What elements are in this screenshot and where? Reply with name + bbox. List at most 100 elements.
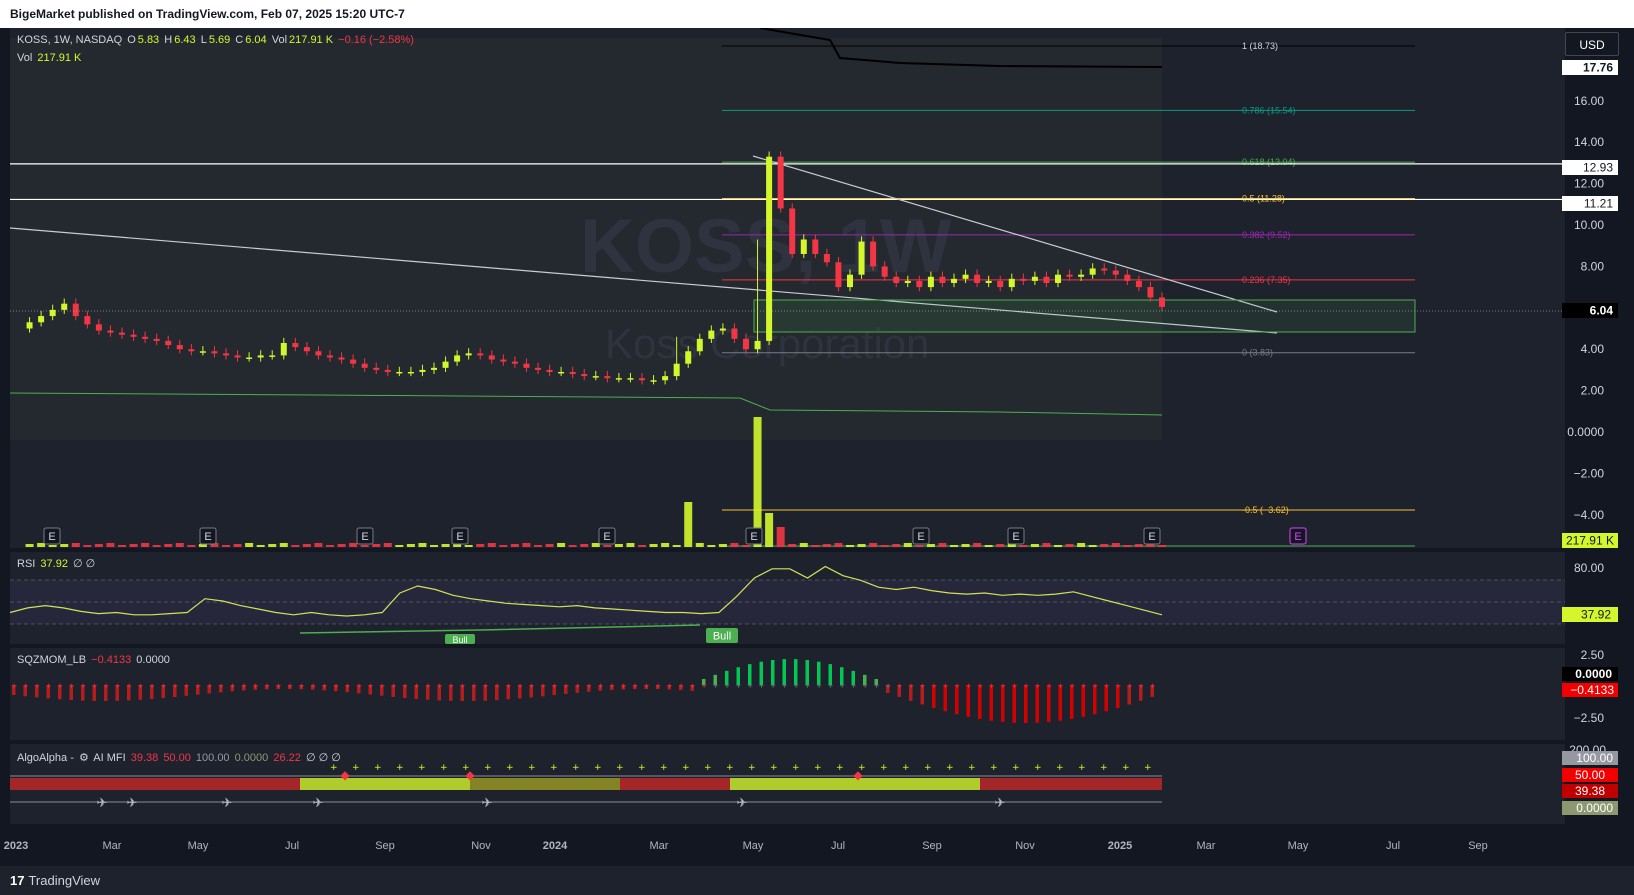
- sqz-bar: [1047, 685, 1051, 722]
- sqz-dot: +: [184, 682, 190, 690]
- candle-body: [1147, 287, 1154, 298]
- sqz-dot: +: [1092, 682, 1098, 690]
- chart-canvas[interactable]: KOSS, 1W Koss Corporation 1 (18.73)0.786…: [0, 28, 1634, 866]
- support-zone[interactable]: [753, 299, 1416, 333]
- sqz-dot: +: [437, 682, 443, 690]
- price-axis-label: 0.0000: [1567, 425, 1604, 439]
- time-axis-label: Jul: [285, 840, 299, 852]
- sqz-dot: +: [885, 682, 891, 690]
- volume-bar: [950, 545, 958, 547]
- sqz-dot: +: [678, 682, 684, 690]
- time-axis-label: Jul: [831, 840, 845, 852]
- volume-bar: [48, 545, 57, 547]
- candle-body: [119, 332, 125, 335]
- earnings-marker-label: E: [750, 531, 757, 543]
- sqz-dot: +: [736, 682, 742, 690]
- volume-bar: [430, 545, 438, 547]
- time-axis[interactable]: 2023 Mar May Jul Sep Nov 2024 Mar May Jul Sep Nov 20…: [4, 840, 1488, 852]
- candle-body: [685, 351, 692, 364]
- price-tag-level2: 11.21: [1562, 196, 1618, 211]
- fib-label: 0.618 (13.04): [1242, 157, 1296, 167]
- price-tag-volume: 217.91 K: [1562, 533, 1618, 548]
- volume-bar: [141, 543, 150, 547]
- svg-text:0.0000: 0.0000: [1575, 667, 1612, 681]
- sqz-dot: +: [391, 682, 397, 690]
- mfi-star: +: [1012, 763, 1020, 773]
- rocket-icon: ✈: [97, 796, 108, 811]
- candle-body: [396, 371, 403, 374]
- volume-bar: [279, 543, 288, 547]
- volume-legend: Vol 217.91 K: [17, 52, 82, 64]
- candle-body: [315, 351, 322, 356]
- fib-label: 0.5 (11.28): [1242, 194, 1285, 204]
- mfi-star: +: [924, 763, 932, 773]
- rocket-icon: ✈: [482, 796, 493, 811]
- price-axis-label: −4.00: [1574, 508, 1605, 522]
- sqz-dot: +: [34, 682, 40, 690]
- candle-body: [211, 351, 218, 354]
- price-axis-label: 8.00: [1581, 259, 1605, 273]
- sqz-dot: +: [874, 682, 880, 690]
- volume-bar: [1088, 545, 1097, 547]
- candle-body: [1135, 280, 1142, 288]
- sqz-dot: +: [241, 682, 247, 690]
- footer-bar: 17 TradingView: [0, 866, 1634, 895]
- volume-bar: [545, 544, 554, 547]
- rocket-icon: ✈: [995, 796, 1006, 811]
- sqz-dot: +: [1104, 682, 1110, 690]
- sqz-dot: +: [897, 682, 903, 690]
- volume-bar: [464, 545, 473, 547]
- candle-body: [558, 371, 565, 374]
- sqz-dot: +: [23, 682, 29, 690]
- symbol-label[interactable]: KOSS, 1W, NASDAQ: [17, 34, 122, 46]
- candle-body: [488, 355, 495, 360]
- candle-body: [26, 322, 33, 329]
- volume-bar: [152, 545, 161, 547]
- volume-bar: [1030, 544, 1039, 547]
- svg-text:50.00: 50.00: [1575, 768, 1605, 782]
- sqz-dot: +: [966, 682, 972, 690]
- candle-body: [246, 357, 253, 359]
- volume-bar: [25, 544, 34, 547]
- sqz-dot: +: [816, 682, 822, 690]
- mfi-star: +: [792, 763, 800, 773]
- sqz-dot: +: [793, 682, 799, 690]
- earnings-marker-label: E: [917, 531, 924, 543]
- candle-body: [1124, 274, 1131, 281]
- mfi-star: +: [330, 763, 338, 773]
- price-axis-label: 16.00: [1574, 94, 1604, 108]
- sqz-dot: +: [471, 682, 477, 690]
- sqz-dot: +: [299, 682, 305, 690]
- mfi-star: +: [880, 763, 888, 773]
- candle-body: [535, 367, 541, 370]
- svg-text:39.38: 39.38: [1575, 784, 1605, 798]
- svg-text:−0.4133: −0.4133: [1570, 683, 1614, 697]
- volume-bar: [614, 544, 623, 547]
- mfi-segment: [620, 778, 730, 790]
- candle-body: [72, 303, 79, 317]
- candle-body: [1008, 278, 1015, 288]
- candle-body: [130, 334, 137, 337]
- volume-bar: [661, 543, 670, 547]
- sqz-dot: +: [460, 682, 466, 690]
- candle-body: [153, 338, 160, 341]
- sqz-dot: +: [517, 682, 523, 690]
- candle-body: [962, 274, 969, 279]
- rocket-icon: ✈: [313, 796, 324, 811]
- sqz-tag-value: −0.4133: [1562, 683, 1618, 697]
- sqz-dot: +: [276, 682, 282, 690]
- candle-body: [361, 363, 368, 368]
- candle-body: [569, 371, 576, 375]
- volume-bar: [1134, 544, 1143, 547]
- sqz-dot: +: [690, 682, 696, 690]
- volume-bar: [1111, 543, 1120, 547]
- mfi-star: +: [1144, 763, 1152, 773]
- rocket-icon: ✈: [127, 796, 138, 811]
- mfi-star: +: [770, 763, 778, 773]
- volume-bar: [649, 544, 658, 547]
- currency-button[interactable]: USD: [1565, 32, 1619, 56]
- time-axis-label: 2024: [543, 840, 568, 852]
- sqz-dot: +: [356, 682, 362, 690]
- volume-bar: [742, 545, 750, 547]
- candle-body: [280, 342, 287, 356]
